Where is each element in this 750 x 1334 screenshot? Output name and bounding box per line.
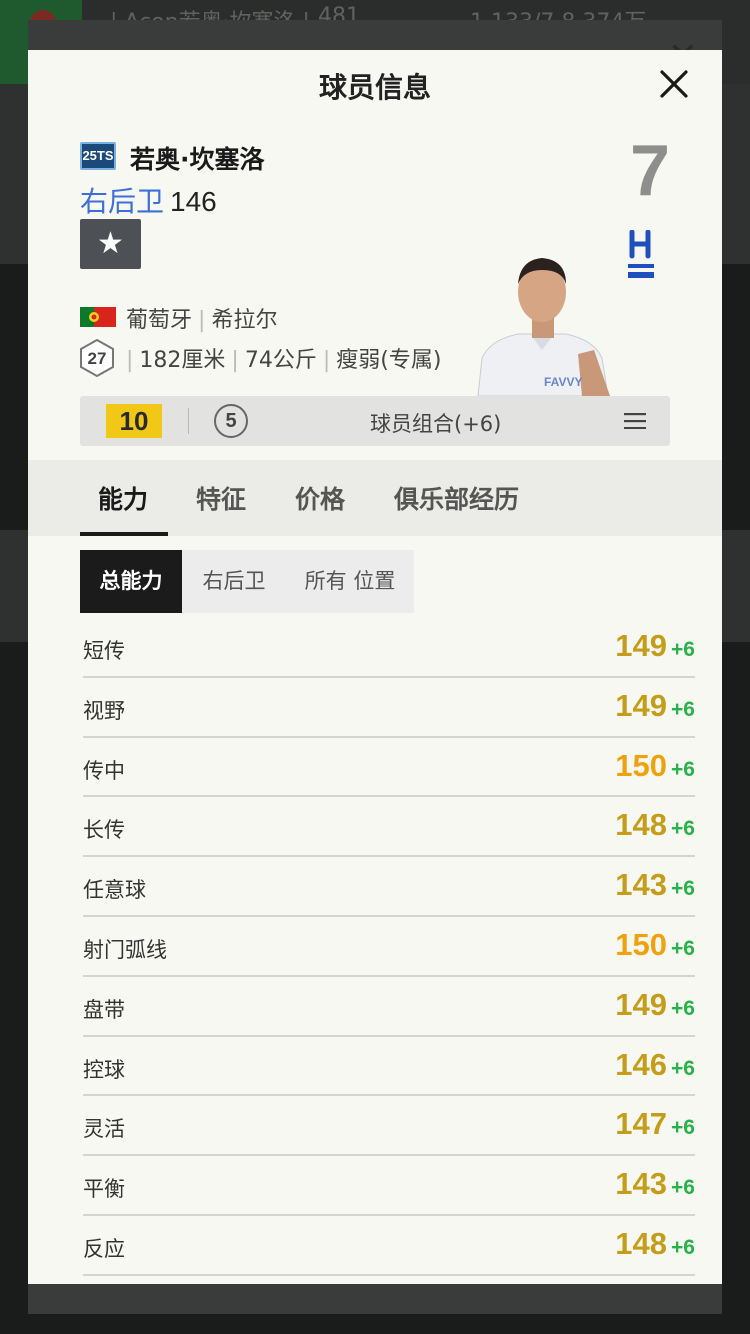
tab-club-history[interactable]: 俱乐部经历: [394, 480, 519, 516]
nationality-club: 葡萄牙 | 希拉尔: [126, 302, 277, 334]
stat-name: 反应: [83, 1236, 125, 1261]
background-panel: [0, 84, 28, 264]
stat-bonus: +6: [671, 996, 695, 1020]
star-icon: ★: [97, 226, 124, 261]
stat-value: 150: [615, 747, 667, 783]
menu-icon[interactable]: [624, 413, 646, 429]
stat-row: 传中 150 +6: [83, 738, 695, 798]
stat-name: 盘带: [83, 997, 125, 1022]
stat-row: 反应 148 +6: [83, 1216, 695, 1276]
stat-bonus: +6: [671, 936, 695, 960]
stat-bonus: +6: [671, 638, 695, 661]
close-icon: [660, 70, 688, 98]
background-panel: [722, 530, 750, 642]
stat-row: 短传 149 +6: [83, 628, 695, 678]
season-badge: 25TS: [80, 142, 116, 170]
player-portrait: FAVVY: [477, 258, 610, 396]
stat-bonus: +6: [671, 1235, 695, 1259]
stat-bonus: +6: [671, 1176, 695, 1200]
team-combo-bar[interactable]: 10 5 球员组合(+6): [80, 396, 670, 446]
stat-bonus: +6: [671, 877, 695, 901]
divider: |: [198, 308, 206, 333]
divider: |: [322, 348, 331, 373]
stat-row: 平衡 143 +6: [83, 1156, 695, 1216]
body-type: 瘦弱(专属): [336, 348, 442, 373]
active-tab-indicator: [80, 532, 168, 536]
stat-bonus: +6: [671, 697, 695, 721]
stat-bonus: +6: [671, 757, 695, 781]
portugal-flag-icon: [80, 307, 116, 327]
position-name: 右后卫: [80, 185, 165, 218]
divider: |: [231, 348, 239, 373]
physical-info: | 182厘米 | 74公斤 | 瘦弱(专属): [126, 342, 441, 374]
modal-title: 球员信息: [318, 71, 431, 104]
stat-row: 射门弧线 150 +6: [83, 917, 695, 977]
stat-value: 149: [615, 986, 667, 1022]
stat-name: 长传: [83, 818, 125, 843]
height: 182厘米: [139, 348, 226, 373]
player-name: 若奥·坎塞洛: [130, 145, 265, 174]
stat-value: 148: [615, 1225, 667, 1261]
tab-ability[interactable]: 能力: [98, 480, 148, 516]
position-line: 右后卫 146: [80, 180, 217, 220]
stat-name: 射门弧线: [83, 937, 167, 962]
tab-bar: 能力 特征 价格 俱乐部经历: [28, 460, 722, 536]
stats-list: 短传 149 +6 视野 149 +6 传中 150 +6 长传 148 +6 任意球 143 +6 射门弧线…: [28, 628, 722, 1276]
sub-tab-all-positions[interactable]: 所有 位置: [286, 550, 414, 613]
stat-row: 灵活 147 +6: [83, 1096, 695, 1157]
stat-row: 任意球 143 +6: [83, 857, 695, 917]
stat-row: 视野 149 +6: [83, 678, 695, 738]
stat-row: 长传 148 +6: [83, 797, 695, 858]
divider: |: [126, 348, 134, 373]
divider: [188, 408, 189, 434]
stat-row: 盘带 149 +6: [83, 977, 695, 1037]
stats-scroll-area[interactable]: 短传 149 +6 视野 149 +6 传中 150 +6 长传 148 +6 任意球 143 +6 射门弧线…: [28, 628, 722, 1284]
stat-value: 150: [615, 926, 667, 962]
stat-row: 控球 146 +6: [83, 1037, 695, 1097]
stat-value: 143: [615, 867, 667, 903]
stat-value: 149: [615, 628, 667, 663]
sub-tab-bar: 总能力 右后卫 所有 位置: [80, 550, 414, 613]
stat-value: 143: [615, 1166, 667, 1202]
combo-label: 球员组合(+6): [370, 412, 502, 436]
stat-bonus: +6: [671, 1116, 695, 1140]
stat-name: 灵活: [83, 1117, 125, 1142]
stat-bonus: +6: [671, 817, 695, 841]
hexagon-age-icon: 27: [80, 339, 114, 377]
favorite-button[interactable]: ★: [80, 219, 141, 269]
club-name: 希拉尔: [211, 308, 278, 333]
stat-value: 149: [615, 687, 667, 723]
nationality: 葡萄牙: [126, 308, 193, 333]
overall-rating: 146: [170, 186, 217, 217]
stat-name: 控球: [83, 1057, 125, 1082]
stat-name: 平衡: [83, 1177, 125, 1202]
tab-traits[interactable]: 特征: [196, 480, 246, 516]
weight: 74公斤: [244, 348, 317, 373]
al-hilal-logo: [628, 230, 654, 278]
stat-name: 任意球: [83, 878, 146, 903]
tab-price[interactable]: 价格: [295, 480, 345, 516]
sub-tab-overall[interactable]: 总能力: [80, 550, 182, 613]
stat-value: 147: [615, 1106, 667, 1142]
age-value: 27: [88, 349, 107, 368]
stat-value: 148: [615, 807, 667, 843]
sub-tab-right-back[interactable]: 右后卫: [182, 550, 286, 613]
stat-name: 短传: [83, 639, 125, 663]
svg-text:FAVVY: FAVVY: [544, 375, 582, 389]
stat-name: 传中: [83, 758, 125, 783]
level-badge: 5: [214, 404, 248, 438]
background-panel: [0, 530, 28, 642]
background-footer: [28, 1284, 722, 1314]
stat-name: 视野: [83, 698, 125, 723]
player-info-modal: 球员信息 25TS 若奥·坎塞洛 右后卫 146 ★ 7 葡萄牙 | 希拉尔 27 |…: [28, 50, 722, 1284]
jersey-number: 7: [629, 131, 670, 211]
close-button[interactable]: [654, 64, 694, 104]
background-panel: [722, 84, 750, 264]
stat-value: 146: [615, 1046, 667, 1082]
stat-bonus: +6: [671, 1056, 695, 1080]
grade-badge: 10: [106, 404, 162, 438]
